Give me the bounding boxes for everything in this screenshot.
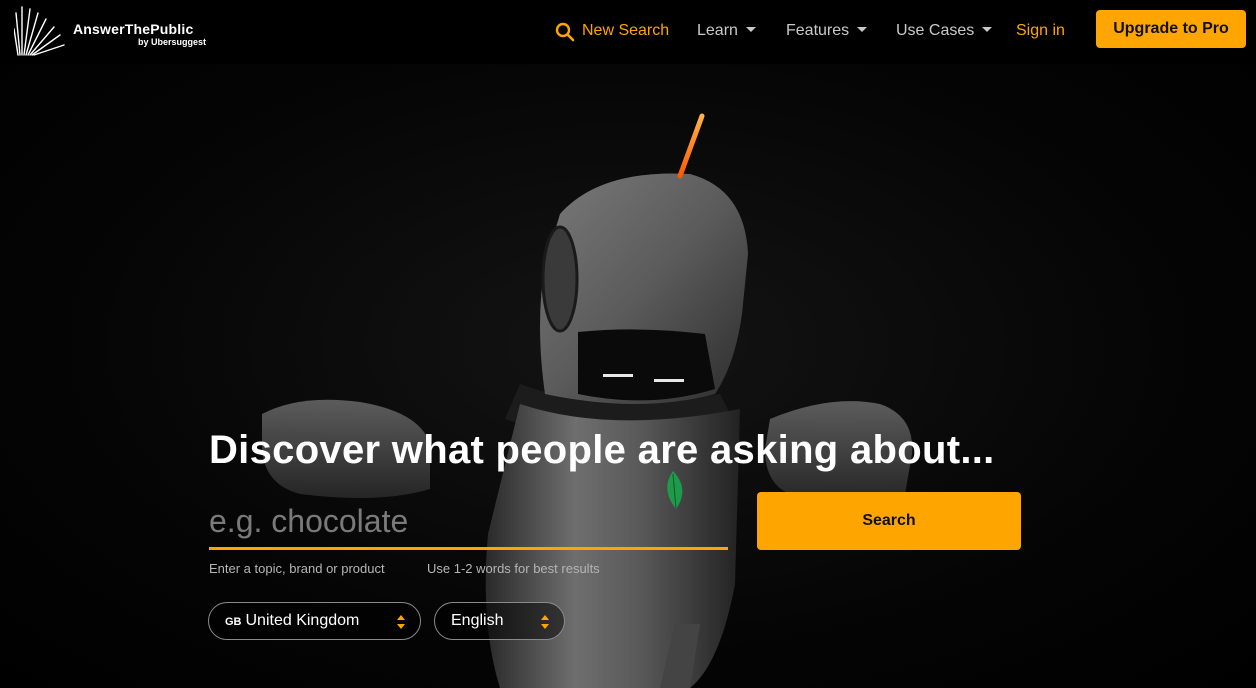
nav-features-dropdown[interactable]: Features (786, 20, 868, 42)
starburst-logo-icon (14, 6, 65, 56)
brand-byline: by Ubersuggest (138, 37, 207, 47)
language-select[interactable]: English (434, 602, 565, 640)
caret-down-icon (745, 26, 756, 32)
country-label: United Kingdom (245, 612, 360, 629)
language-label: English (451, 612, 504, 629)
search-input[interactable] (209, 498, 728, 544)
nav-learn-dropdown[interactable]: Learn (697, 20, 756, 42)
nav-use-cases-dropdown[interactable]: Use Cases (896, 20, 993, 42)
search-button[interactable]: Search (757, 492, 1021, 550)
new-search-label: New Search (582, 22, 670, 39)
brand-logo[interactable]: AnswerThePublic by Ubersuggest (14, 5, 224, 57)
hero-section: Discover what people are asking about... (0, 64, 1256, 688)
search-icon (555, 22, 575, 42)
sort-arrows-icon (541, 615, 549, 629)
nav-use-cases-label: Use Cases (896, 22, 975, 39)
search-field[interactable] (209, 498, 728, 550)
nav-features-label: Features (786, 22, 850, 39)
top-nav: AnswerThePublic by Ubersuggest New Searc… (0, 0, 1256, 64)
sort-arrows-icon (397, 615, 405, 629)
search-hint-topic: Enter a topic, brand or product (209, 561, 385, 576)
hero-headline: Discover what people are asking about... (209, 428, 995, 472)
nav-learn-label: Learn (697, 22, 738, 39)
sign-in-link[interactable]: Sign in (1016, 20, 1065, 42)
country-select[interactable]: GB United Kingdom (208, 602, 421, 640)
caret-down-icon (982, 26, 993, 32)
brand-name: AnswerThePublic (73, 21, 194, 37)
country-code: GB (225, 616, 242, 628)
robot-hero-illustration (262, 113, 913, 688)
upgrade-to-pro-button[interactable]: Upgrade to Pro (1096, 10, 1246, 48)
search-hint-words: Use 1-2 words for best results (427, 561, 600, 576)
caret-down-icon (857, 26, 868, 32)
